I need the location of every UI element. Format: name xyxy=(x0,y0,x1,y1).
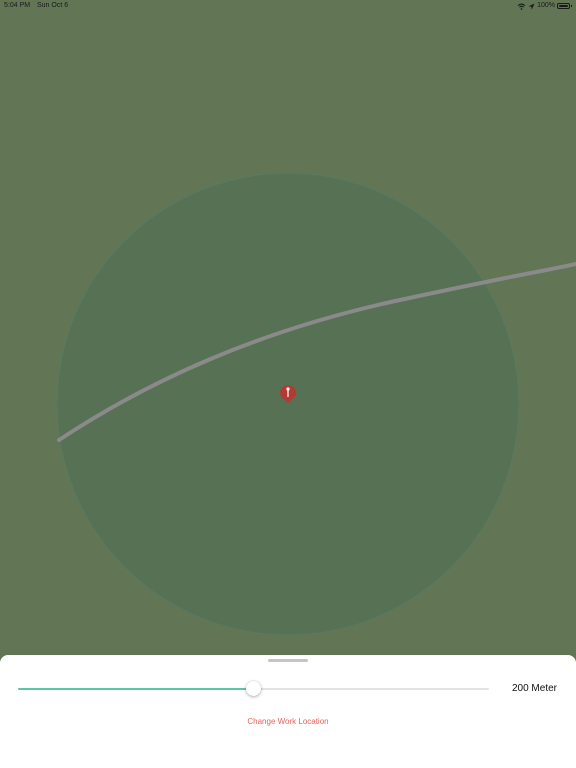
location-arrow-icon xyxy=(528,2,535,10)
status-date: Sun Oct 6 xyxy=(37,2,69,9)
status-time: 5:04 PM xyxy=(4,2,31,9)
wifi-icon xyxy=(517,3,526,10)
sheet-grabber-handle[interactable] xyxy=(268,659,308,662)
bottom-sheet: 200 Meter Change Work Location xyxy=(0,655,576,768)
distance-label: 200 Meter xyxy=(511,683,557,694)
status-indicators: 100% xyxy=(517,1,572,11)
radius-slider[interactable] xyxy=(18,681,489,697)
slider-fill xyxy=(18,688,254,690)
work-radius-circle xyxy=(56,172,520,636)
battery-icon xyxy=(557,3,572,9)
status-bar: 5:04 PM Sun Oct 6 100% xyxy=(0,0,576,12)
map-view[interactable] xyxy=(0,0,576,768)
app-screen: 5:04 PM Sun Oct 6 100% 200 Meter Change … xyxy=(0,0,576,768)
slider-thumb[interactable] xyxy=(246,681,261,696)
battery-percent: 100% xyxy=(537,2,555,9)
change-work-location-button[interactable]: Change Work Location xyxy=(0,717,576,726)
